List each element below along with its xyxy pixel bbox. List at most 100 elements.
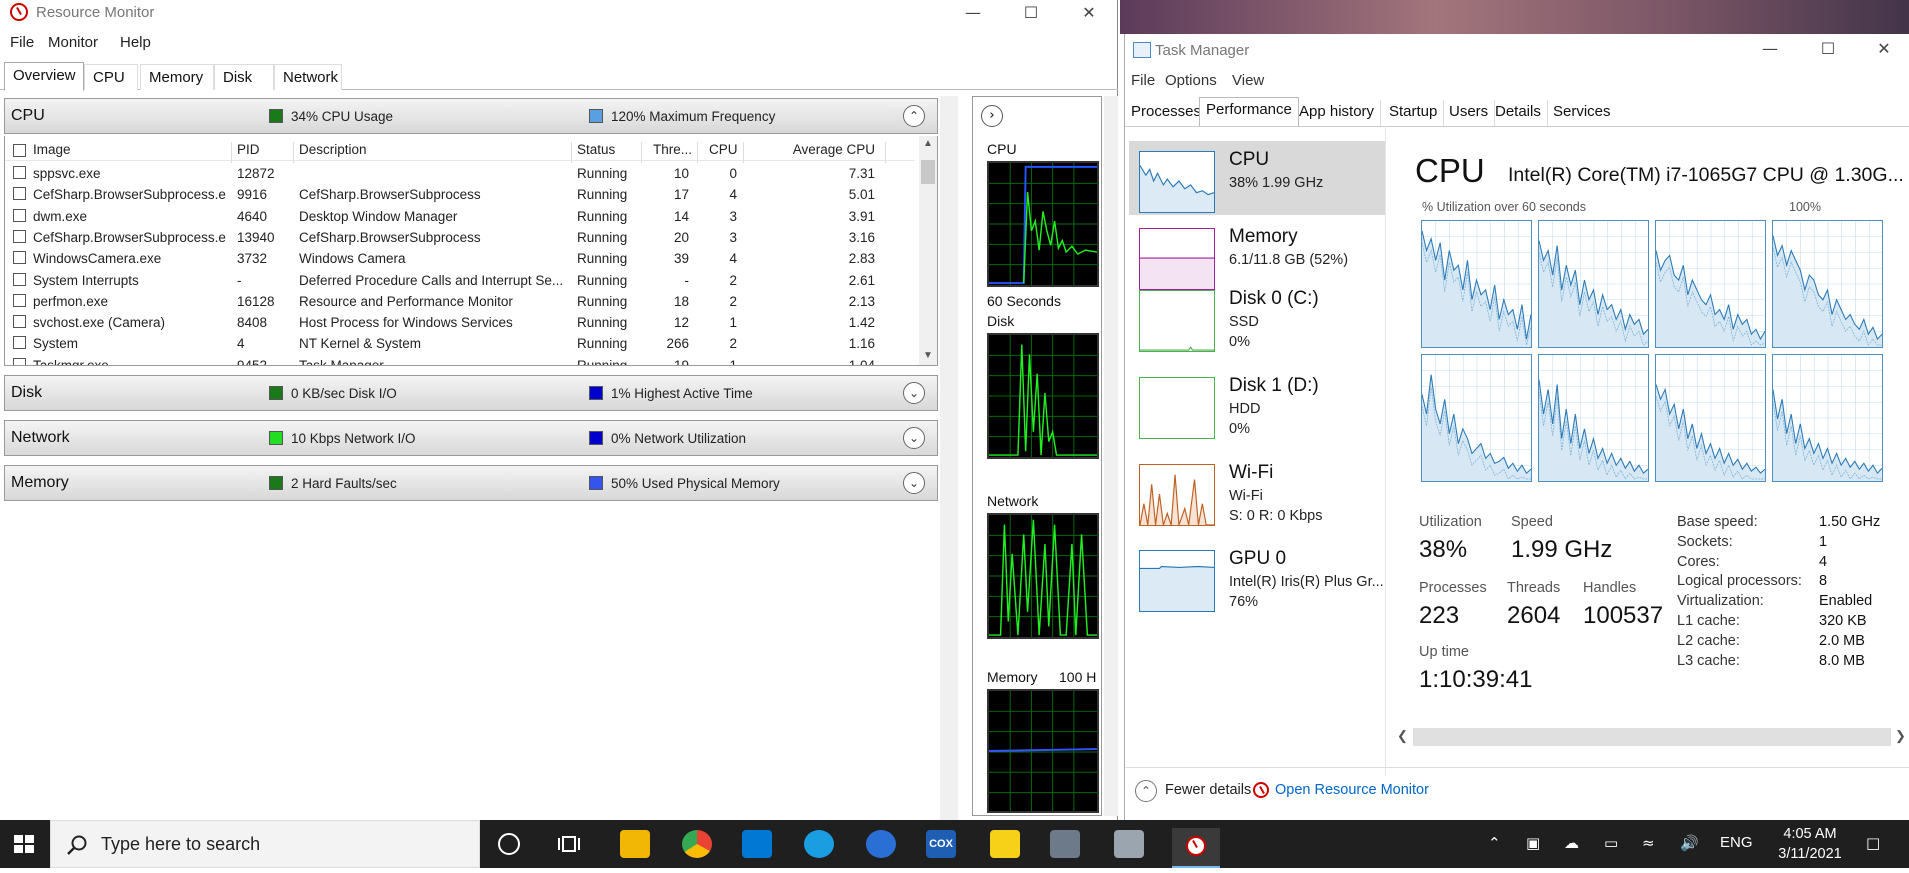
cox-icon[interactable]: COX (926, 830, 956, 858)
rm-memory-section-header[interactable]: Memory 2 Hard Faults/sec 50% Used Physic… (4, 465, 938, 501)
rm-tab-disk[interactable]: Disk (214, 64, 274, 90)
col-image[interactable]: Image (33, 142, 71, 157)
row-checkbox[interactable] (13, 357, 26, 365)
wifi-icon[interactable]: ≈ (1642, 834, 1655, 852)
rm-cpu-section-header[interactable]: CPU 34% CPU Usage 120% Maximum Frequency… (4, 98, 938, 134)
resource-monitor-icon[interactable] (1253, 782, 1269, 798)
meet-now-icon[interactable]: ▣ (1526, 834, 1540, 852)
start-button[interactable] (0, 820, 48, 868)
table-row[interactable]: sppsvc.exe 12872 Running 10 0 7.31 (5, 164, 915, 185)
table-row[interactable]: CefSharp.BrowserSubprocess.e... 13940 CefS… (5, 228, 915, 249)
rm-menu-monitor[interactable]: Monitor (48, 34, 98, 51)
row-checkbox[interactable] (13, 251, 26, 265)
camera-icon[interactable] (1050, 830, 1080, 858)
row-checkbox[interactable] (13, 315, 26, 329)
rm-maximize-button[interactable]: ☐ (1008, 0, 1054, 26)
tm-tab-processes[interactable]: Processes (1125, 100, 1209, 126)
tm-menu-options[interactable]: Options (1165, 72, 1217, 89)
chevron-down-icon[interactable]: ⌄ (903, 427, 925, 449)
rm-menu-file[interactable]: File (10, 34, 34, 51)
tm-tab-app-history[interactable]: App history (1293, 100, 1382, 126)
table-row[interactable]: CefSharp.BrowserSubprocess.e... 9916 CefSh… (5, 185, 915, 206)
tm-menu-view[interactable]: View (1232, 72, 1264, 89)
rm-tab-overview[interactable]: Overview (4, 62, 84, 91)
rm-minimize-button[interactable]: — (950, 0, 996, 26)
taskbar-clock[interactable]: 4:05 AM 3/11/2021 (1776, 824, 1844, 864)
table-row[interactable]: WindowsCamera.exe 3732 Windows Camera Runni… (5, 249, 915, 270)
col-threads[interactable]: Thre... (653, 142, 692, 157)
device-gpu-0[interactable]: GPU 0 Intel(R) Iris(R) Plus Gr... 76% (1129, 540, 1385, 614)
tm-minimize-button[interactable]: — (1747, 36, 1793, 62)
show-hidden-icons-chevron-icon[interactable]: ⌃ (1488, 834, 1501, 852)
tm-menu-file[interactable]: File (1131, 72, 1155, 89)
table-row[interactable]: System Interrupts - Deferred Procedure Cal… (5, 271, 915, 292)
device-disk-1[interactable]: Disk 1 (D:) HDD 0% (1129, 367, 1385, 441)
onedrive-icon[interactable]: ☁ (1564, 834, 1579, 852)
rm-close-button[interactable]: ✕ (1066, 0, 1112, 26)
col-cpu[interactable]: CPU (709, 142, 738, 157)
col-average-cpu[interactable]: Average CPU (771, 142, 875, 157)
chevron-up-icon[interactable]: ⌃ (1135, 780, 1157, 802)
rm-disk-section-header[interactable]: Disk 0 KB/sec Disk I/O 1% Highest Active… (4, 375, 938, 411)
row-checkbox[interactable] (13, 336, 26, 350)
taskbar-resource-monitor-button[interactable] (1172, 828, 1220, 868)
col-description[interactable]: Description (299, 142, 367, 157)
rm-tab-memory[interactable]: Memory (140, 64, 214, 90)
battery-icon[interactable]: ▭ (1604, 834, 1618, 852)
row-checkbox[interactable] (13, 272, 26, 286)
fewer-details-link[interactable]: Fewer details (1165, 782, 1251, 798)
rm-graph-scrollbar[interactable] (1104, 96, 1118, 816)
scrollbar-thumb[interactable] (921, 160, 935, 184)
tm-tab-services[interactable]: Services (1547, 100, 1617, 126)
row-checkbox[interactable] (13, 208, 26, 222)
row-checkbox[interactable] (13, 293, 26, 307)
edge-icon[interactable] (804, 830, 834, 858)
volume-icon[interactable]: 🔊 (1680, 834, 1699, 852)
table-row[interactable]: dwm.exe 4640 Desktop Window Manager Running… (5, 207, 915, 228)
chrome-icon[interactable] (682, 830, 712, 858)
device-wifi[interactable]: Wi-Fi Wi-Fi S: 0 R: 0 Kbps (1129, 454, 1385, 528)
row-checkbox[interactable] (13, 229, 26, 243)
rm-tab-network[interactable]: Network (274, 64, 342, 90)
taskbar-search-box[interactable]: Type here to search (50, 820, 480, 868)
cortana-icon[interactable] (498, 833, 520, 855)
row-checkbox[interactable] (13, 187, 26, 201)
chevron-right-icon[interactable]: › (981, 105, 1003, 127)
scroll-down-icon[interactable]: ▼ (923, 350, 933, 361)
task-view-icon[interactable] (558, 834, 580, 854)
perfmon-icon[interactable] (1114, 830, 1144, 858)
tm-tab-performance[interactable]: Performance (1199, 97, 1299, 127)
rm-network-section-header[interactable]: Network 10 Kbps Network I/O 0% Network U… (4, 420, 938, 456)
table-row[interactable]: Taskmgr.exe 9452 Task Manager Running 19 1 1.0… (5, 356, 915, 365)
device-cpu[interactable]: CPU 38% 1.99 GHz (1129, 141, 1385, 215)
open-resource-monitor-link[interactable]: Open Resource Monitor (1275, 782, 1429, 798)
tm-tab-users[interactable]: Users (1443, 100, 1496, 126)
chevron-down-icon[interactable]: ⌄ (903, 472, 925, 494)
col-status[interactable]: Status (577, 142, 615, 157)
scroll-up-icon[interactable]: ▲ (923, 138, 933, 149)
app-icon[interactable] (866, 830, 896, 858)
rm-menu-help[interactable]: Help (120, 34, 151, 51)
chevron-down-icon[interactable]: ⌄ (903, 382, 925, 404)
select-all-checkbox[interactable] (13, 144, 26, 157)
tm-tab-details[interactable]: Details (1489, 100, 1548, 126)
cpu-table-scrollbar[interactable]: ▲ ▼ (919, 136, 937, 365)
tm-close-button[interactable]: ✕ (1861, 36, 1907, 62)
sticky-notes-icon[interactable] (990, 830, 1020, 858)
col-pid[interactable]: PID (237, 142, 260, 157)
rm-main-scrollbar[interactable] (940, 96, 958, 820)
tm-maximize-button[interactable]: ☐ (1805, 36, 1851, 62)
row-checkbox[interactable] (13, 166, 26, 179)
table-row[interactable]: svchost.exe (Camera) 8408 Host Process for… (5, 313, 915, 334)
table-row[interactable]: perfmon.exe 16128 Resource and Performance… (5, 292, 915, 313)
scroll-left-icon[interactable]: ❮ (1397, 728, 1408, 744)
file-explorer-icon[interactable] (620, 830, 650, 858)
tm-tab-startup[interactable]: Startup (1383, 100, 1445, 126)
notification-center-icon[interactable]: □ (1866, 834, 1880, 852)
language-indicator[interactable]: ENG (1720, 834, 1753, 851)
mail-icon[interactable] (742, 830, 772, 858)
tm-horizontal-scrollbar[interactable]: ❮ ❯ (1397, 728, 1906, 746)
chevron-up-icon[interactable]: ⌃ (903, 105, 925, 127)
rm-tab-cpu[interactable]: CPU (84, 64, 138, 90)
scroll-right-icon[interactable]: ❯ (1895, 728, 1906, 744)
